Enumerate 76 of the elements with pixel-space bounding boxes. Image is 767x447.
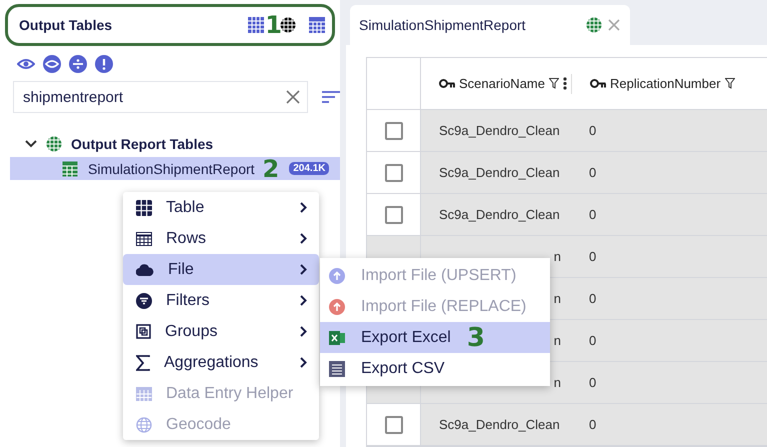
table-cell: 0 [589,207,596,222]
more-icon[interactable] [563,77,567,90]
annotation-number: 2 [262,156,280,180]
chevron-right-icon [300,357,307,368]
row-checkbox[interactable] [384,164,402,182]
alert-icon[interactable] [95,55,113,73]
chevron-icon[interactable] [25,140,37,148]
menu-item[interactable]: Rows [123,223,319,254]
clear-icon[interactable] [286,90,300,104]
table-cell: 0 [589,249,596,264]
tab-title: SimulationShipmentReport [359,17,527,33]
cloud-icon [136,264,154,276]
table-icon[interactable] [308,16,326,34]
table-cell: n [554,333,561,348]
key-icon [439,79,455,88]
tree-item[interactable]: SimulationShipmentReport 2 204.1K [10,157,340,180]
search-field[interactable]: shipmentreport [13,81,308,113]
sigma-icon [136,354,150,370]
globe-icon [586,17,602,33]
column-label: ReplicationNumber [610,76,721,91]
menu-item[interactable]: Table [123,192,319,223]
table-icon [62,160,78,176]
chevron-right-icon [300,264,307,275]
table-cell: 0 [589,417,596,432]
chevron-right-icon [300,202,307,213]
globe-icon [46,136,62,152]
table-cell: Sc9a_Dendro_Clean [439,207,560,222]
table-cell: 0 [589,165,596,180]
table-cell: Sc9a_Dendro_Clean [439,123,560,138]
column-label: ScenarioName [459,76,545,91]
table-cell: 0 [589,123,596,138]
table-icon [136,232,152,246]
panel-title: Output Tables [19,17,114,33]
table-cell: 0 [589,291,596,306]
table-cell: 0 [589,333,596,348]
spreadsheet-icon [329,330,345,346]
row-count-badge: 204.1K [289,162,330,175]
tree-item-label: SimulationShipmentReport [88,160,255,176]
document-icon [329,360,345,376]
key-icon [590,79,606,88]
row-checkbox[interactable] [384,206,402,224]
row-checkbox[interactable] [384,416,402,434]
menu-item[interactable]: Export CSV [320,353,550,384]
annotation-number: 3 [466,324,485,350]
grid-icon [136,200,152,216]
tree-group[interactable]: Output Report Tables [0,113,340,153]
table-icon [136,386,152,400]
chevron-right-icon [300,326,307,337]
menu-item[interactable]: Filters [123,285,319,316]
document-tab[interactable]: SimulationShipmentReport [350,5,630,45]
menu-item[interactable]: Aggregations [123,347,319,378]
menu-item[interactable]: File [123,254,319,285]
divide-icon[interactable] [69,55,87,73]
table-cell: n [554,375,561,390]
table-cell: n [554,249,561,264]
annotation-number: 1 [265,13,282,37]
filter-icon [136,292,152,308]
group-icon [136,324,151,339]
menu-item[interactable]: Export Excel 3 [320,322,550,353]
eye-icon[interactable] [43,55,61,73]
column-header[interactable]: ScenarioName [421,76,571,91]
globe-icon [136,416,152,432]
row-checkbox[interactable] [384,122,402,140]
chevron-right-icon [300,233,307,244]
filter-icon[interactable] [549,78,559,89]
column-header[interactable]: ReplicationNumber [571,74,735,94]
table-cell: Sc9a_Dendro_Clean [439,165,560,180]
chevron-right-icon [300,295,307,306]
menu-item[interactable]: Groups [123,316,319,347]
grid-icon[interactable] [247,16,266,34]
sort-icon[interactable] [322,91,340,103]
table-cell: n [554,291,561,306]
table-cell: Sc9a_Dendro_Clean [439,417,560,432]
globe-icon[interactable] [280,17,296,33]
table-cell: 0 [589,375,596,390]
filter-icon[interactable] [724,78,735,89]
